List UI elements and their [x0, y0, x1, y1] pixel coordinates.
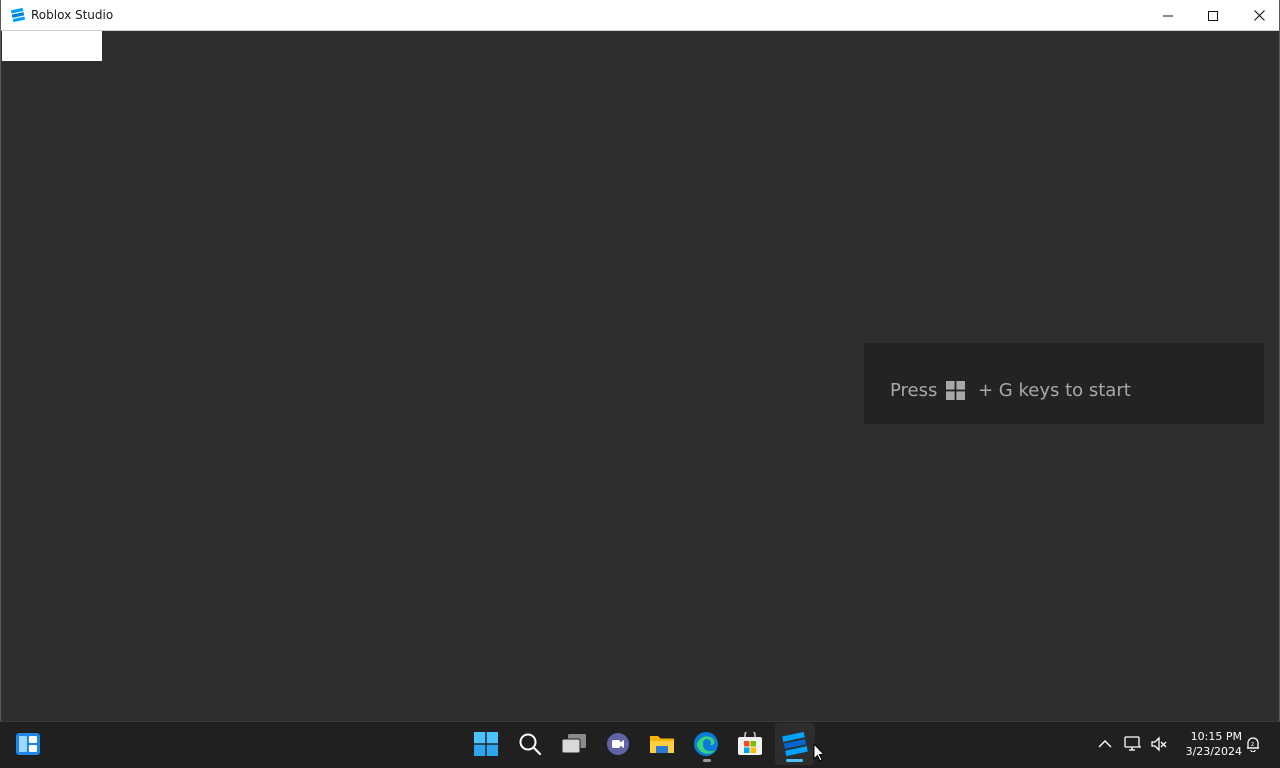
- notifications-button[interactable]: z: [1244, 735, 1262, 753]
- mouse-cursor-icon: [813, 743, 825, 762]
- loading-placeholder: [2, 31, 102, 61]
- window-title: Roblox Studio: [31, 8, 114, 22]
- network-icon: [1124, 736, 1141, 751]
- toast-instruction-text: + G keys to start: [978, 380, 1131, 401]
- file-explorer-button[interactable]: [642, 723, 682, 765]
- clock-time: 10:15 PM: [1190, 730, 1242, 743]
- start-button[interactable]: [466, 723, 506, 765]
- roblox-active-indicator: [786, 759, 803, 762]
- search-button[interactable]: [510, 723, 550, 765]
- svg-text:z: z: [1251, 741, 1254, 748]
- task-view-button[interactable]: [554, 723, 594, 765]
- task-view-icon: [561, 734, 586, 754]
- chat-button[interactable]: [598, 723, 638, 765]
- edge-icon: [694, 732, 718, 756]
- clock-date: 3/23/2024: [1185, 745, 1242, 758]
- toast-press-text: Press: [890, 380, 938, 401]
- folder-icon: [650, 736, 674, 753]
- store-icon: [738, 732, 762, 755]
- minimize-icon: [1163, 15, 1173, 16]
- close-icon: [1253, 10, 1265, 21]
- taskbar: [0, 721, 1280, 768]
- volume-muted-icon: [1151, 736, 1167, 752]
- show-hidden-icons-button[interactable]: [1096, 735, 1114, 753]
- store-button[interactable]: [730, 723, 770, 765]
- edge-running-indicator: [703, 759, 711, 762]
- windows-logo-icon: [474, 732, 498, 756]
- roblox-studio-icon: [10, 7, 26, 23]
- maximize-button[interactable]: [1190, 0, 1236, 31]
- widgets-button[interactable]: [8, 723, 48, 765]
- volume-button[interactable]: [1150, 735, 1168, 753]
- windows-key-icon: [946, 381, 965, 400]
- system-clock[interactable]: 10:15 PM 3/23/2024: [1176, 729, 1242, 759]
- close-button[interactable]: [1236, 0, 1280, 31]
- teams-chat-icon: [607, 733, 629, 755]
- widgets-icon: [16, 733, 40, 755]
- title-bar[interactable]: Roblox Studio: [1, 0, 1279, 31]
- search-icon: [519, 733, 542, 756]
- network-button[interactable]: [1124, 735, 1142, 753]
- maximize-icon: [1208, 10, 1218, 21]
- notification-bell-icon: z: [1247, 737, 1259, 752]
- minimize-button[interactable]: [1145, 0, 1191, 31]
- chevron-up-icon: [1098, 740, 1112, 748]
- roblox-studio-icon: [782, 731, 808, 757]
